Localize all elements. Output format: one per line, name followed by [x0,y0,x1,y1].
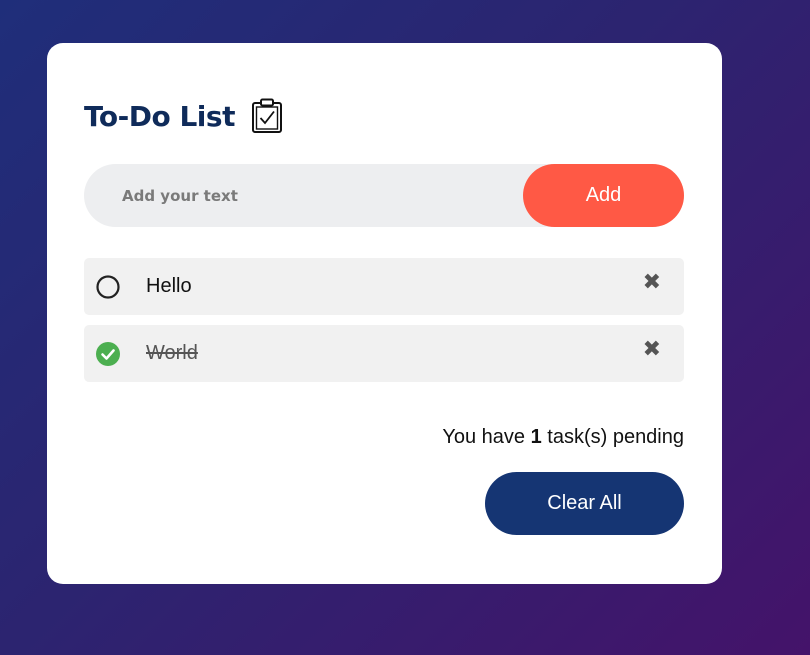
add-button[interactable]: Add [523,164,684,227]
delete-icon[interactable]: ✖ [643,338,661,362]
checked-circle-icon[interactable] [96,342,120,366]
title-row: To-Do List [84,98,283,134]
task-input[interactable] [84,164,524,227]
task-list: Hello ✖ World ✖ [84,258,684,392]
task-item[interactable]: Hello ✖ [84,258,684,315]
todo-card: To-Do List Add Hello ✖ World ✖ You [47,43,722,584]
clear-all-button[interactable]: Clear All [485,472,684,535]
task-item[interactable]: World ✖ [84,325,684,382]
task-text: Hello [146,275,192,297]
pending-suffix: task(s) pending [541,426,684,448]
pending-prefix: You have [442,426,531,448]
clipboard-check-icon [251,98,282,133]
pending-count: 1 [530,426,542,448]
unchecked-circle-icon[interactable] [96,275,120,299]
delete-icon[interactable]: ✖ [643,271,661,295]
page-title: To-Do List [84,99,235,133]
add-task-row: Add [84,164,684,227]
pending-count-text: You have 1 task(s) pending [442,426,684,449]
task-text: World [146,342,198,364]
